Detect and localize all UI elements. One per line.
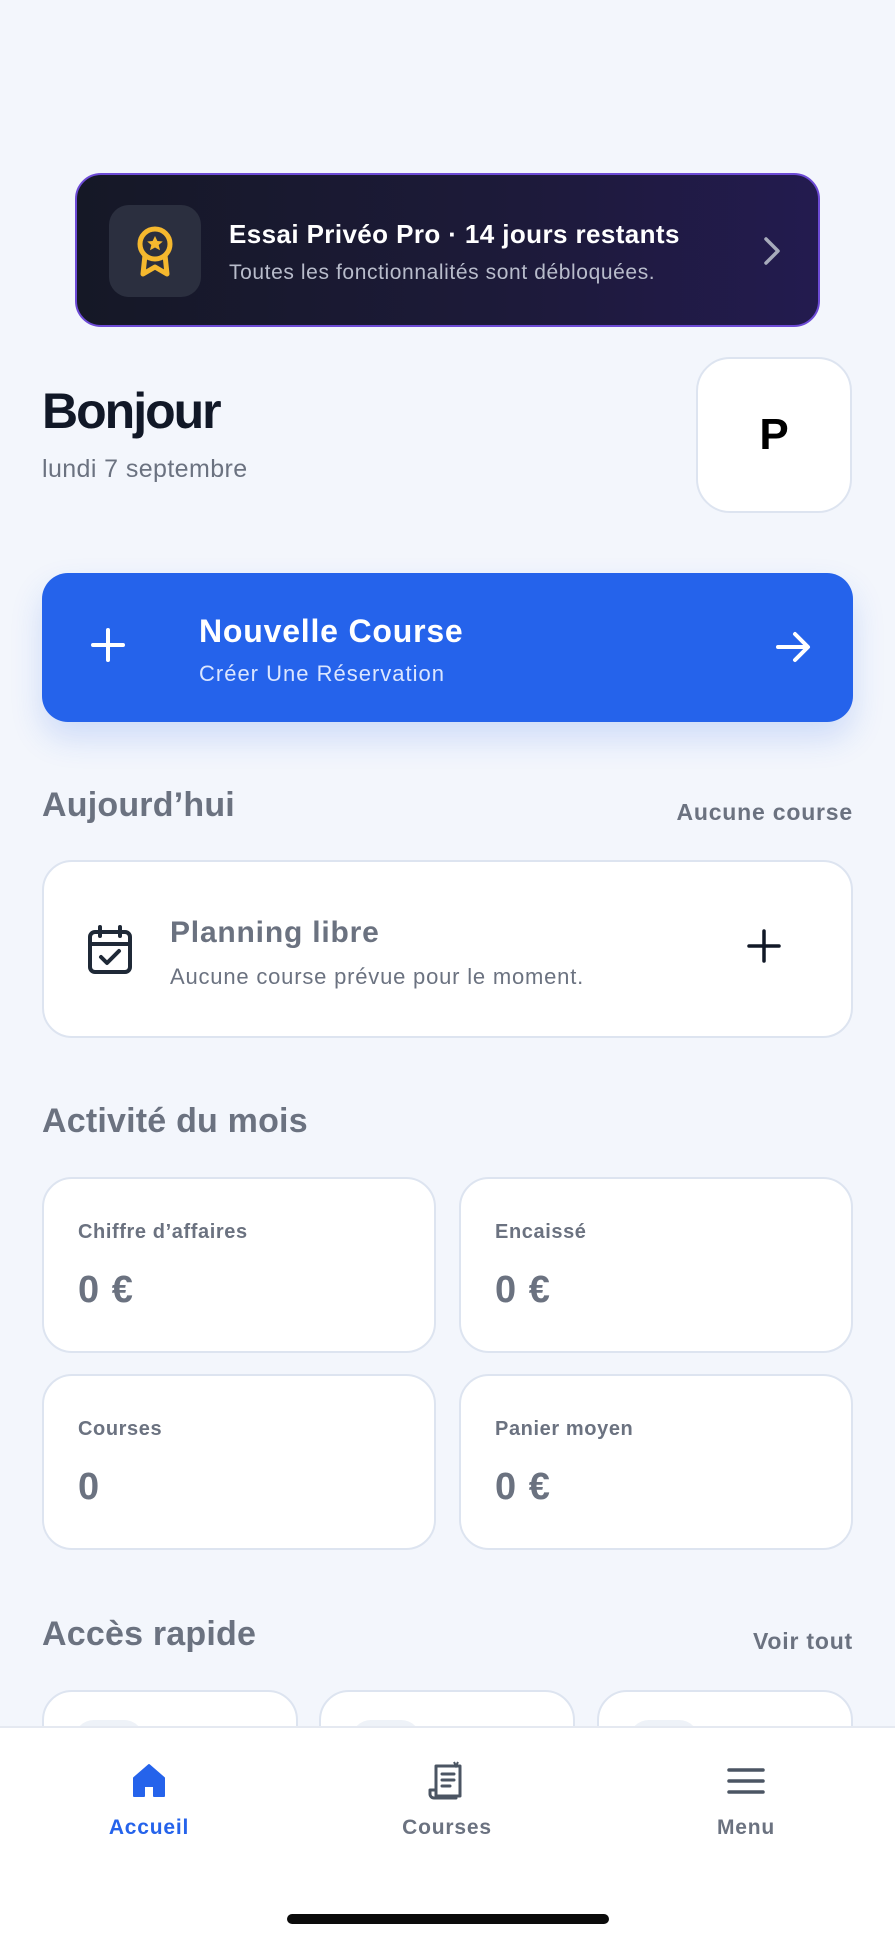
home-screen: Essai Privéo Pro · 14 jours restants Tou… — [0, 0, 895, 1940]
award-badge-icon — [109, 205, 201, 297]
quick-access-section-title: Accès rapide — [42, 1615, 257, 1653]
calendar-check-icon — [86, 924, 134, 981]
new-ride-button[interactable]: Nouvelle Course Créer Une Réservation — [42, 573, 853, 722]
new-ride-subtitle: Créer Une Réservation — [199, 661, 445, 686]
planning-subtitle: Aucune course prévue pour le moment. — [170, 964, 585, 989]
trial-banner[interactable]: Essai Privéo Pro · 14 jours restants Tou… — [75, 173, 820, 327]
trial-title: Essai Privéo Pro · 14 jours restants — [229, 219, 680, 249]
stat-label: Courses — [78, 1418, 163, 1440]
new-ride-title: Nouvelle Course — [199, 613, 464, 649]
tab-label: Courses — [402, 1816, 492, 1839]
trial-subtitle: Toutes les fonctionnalités sont débloqué… — [229, 261, 656, 284]
tab-label: Accueil — [108, 1816, 190, 1839]
stat-card-collected[interactable]: Encaissé 0 € — [459, 1177, 853, 1353]
stat-label: Encaissé — [495, 1221, 587, 1243]
chevron-right-icon — [762, 235, 782, 272]
plus-icon — [88, 625, 128, 670]
arrow-right-icon — [773, 627, 813, 672]
stat-label: Panier moyen — [495, 1418, 634, 1440]
avatar[interactable]: P — [696, 357, 852, 513]
stat-card-revenue[interactable]: Chiffre d’affaires 0 € — [42, 1177, 436, 1353]
stat-value: 0 € — [495, 1466, 551, 1508]
home-icon — [49, 1758, 249, 1804]
today-section-title: Aujourd’hui — [42, 786, 235, 824]
activity-section-title: Activité du mois — [42, 1102, 308, 1140]
stat-label: Chiffre d’affaires — [78, 1221, 248, 1243]
tab-home[interactable]: Accueil — [49, 1758, 249, 1848]
see-all-link[interactable]: Voir tout — [753, 1628, 853, 1655]
planning-title: Planning libre — [170, 916, 380, 949]
tab-label: Menu — [716, 1816, 776, 1839]
add-icon[interactable] — [746, 928, 782, 969]
tab-courses[interactable]: Courses — [347, 1758, 547, 1848]
tab-menu[interactable]: Menu — [646, 1758, 846, 1848]
stat-card-rides[interactable]: Courses 0 — [42, 1374, 436, 1550]
home-indicator — [287, 1914, 609, 1924]
planning-card[interactable]: Planning libre Aucune course prévue pour… — [42, 860, 853, 1038]
page-title: Bonjour — [42, 383, 222, 439]
menu-icon — [646, 1758, 846, 1804]
stat-value: 0 — [78, 1466, 101, 1508]
receipt-icon — [347, 1758, 547, 1804]
current-date: lundi 7 septembre — [42, 455, 248, 483]
stat-value: 0 € — [78, 1269, 134, 1311]
stat-card-average-basket[interactable]: Panier moyen 0 € — [459, 1374, 853, 1550]
bottom-tab-bar: Accueil Courses Menu — [0, 1726, 895, 1940]
stat-value: 0 € — [495, 1269, 551, 1311]
today-status: Aucune course — [676, 799, 853, 825]
